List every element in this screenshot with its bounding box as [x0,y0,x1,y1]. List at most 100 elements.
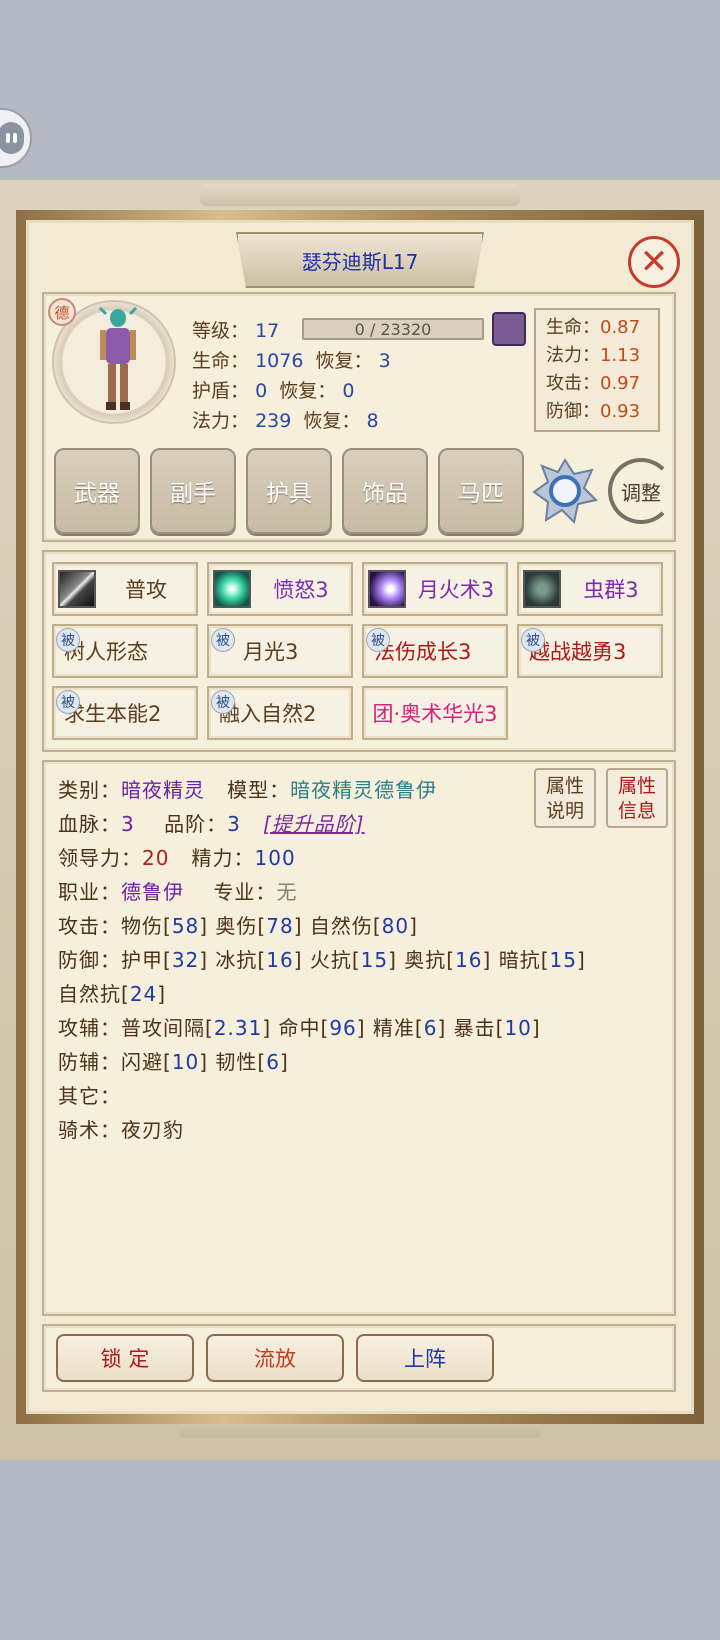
dodge-value: 10 [171,1050,200,1074]
exp-item-icon[interactable] [492,312,526,346]
tough-label: ] 韧性[ [199,1050,267,1074]
defense-label: 防御： [58,948,121,972]
passive-skill-slot[interactable]: 被 求生本能2 [52,686,198,740]
arcane-value: 78 [266,914,294,938]
equip-offhand-button[interactable]: 副手 [150,448,236,534]
passive-skill-slot[interactable]: 被 月光3 [207,624,353,678]
shield-label: 护盾： [192,380,250,402]
shield-value: 0 [255,380,268,402]
close-button[interactable]: ✕ [628,236,680,288]
attribute-description-button[interactable]: 属性 说明 [534,768,596,828]
character-title: 瑟芬迪斯L17 [301,249,419,274]
hp-label: 生命： [192,350,250,372]
attribute-info-button[interactable]: 属性 信息 [606,768,668,828]
deploy-button[interactable]: 上阵 [356,1334,494,1382]
atk-aux-label: 攻辅： [58,1016,121,1040]
title-plate: 瑟芬迪斯L17 [236,232,484,288]
attack-row: 攻击：物伤[58] 奥伤[78] 自然伤[80] [58,910,418,939]
soul-gem-icon[interactable] [532,458,598,524]
adjust-button[interactable]: 调整 [608,458,674,524]
major-label: 专业： [213,880,277,904]
crit-label: ] 暴击[ [437,1016,505,1040]
grade-label: 品阶： [164,812,228,836]
shadow-value: 15 [549,948,577,972]
hit-label: ] 命中[ [262,1016,330,1040]
category-row: 类别：暗夜精灵 模型：暗夜精灵德鲁伊 [58,774,437,803]
hp-regen-label: 恢复： [315,350,373,372]
bloodline-row: 血脉：3 品阶：3 [提升品阶] [58,808,365,837]
passive-tag: 被 [366,628,390,652]
hit-value: 96 [329,1016,357,1040]
defense-row: 防御：护甲[32] 冰抗[16] 火抗[15] 奥抗[16] 暗抗[15] [58,944,586,973]
passive-tag: 被 [211,690,235,714]
other-row: 其它： [58,1080,121,1109]
mount-row: 骑术：夜刃豹 [58,1114,184,1143]
passive-skill-slot[interactable]: 被 越战越勇3 [517,624,663,678]
ratio-attack: 攻击：0.97 [546,370,648,398]
armor-value: 32 [171,948,200,972]
skill-name: 愤怒3 [273,578,329,602]
arcane-label: ] 奥伤[ [199,914,267,938]
mp-value: 239 [255,410,292,432]
passive-skill-slot[interactable]: 被 树人形态 [52,624,198,678]
ratio-value: 1.13 [600,345,641,366]
skill-slot[interactable]: 愤怒3 [207,562,353,616]
ratio-value: 0.93 [600,401,641,422]
defense-aux-row: 防辅：闪避[10] 韧性[6] [58,1046,289,1075]
attack-label: 攻击： [58,914,121,938]
hp-row: 生命： 1076 恢复： 3 [192,346,391,373]
passive-skill-slot[interactable]: 被 融入自然2 [207,686,353,740]
exp-bar: 0 / 23320 [302,318,484,340]
mount-label: 骑术： [58,1118,121,1142]
level-row: 等级： 17 [192,316,279,343]
mp-regen-label: 恢复： [303,410,361,432]
skill-name: 团·奥术华光3 [372,702,498,726]
mount-value: 夜刃豹 [121,1118,184,1142]
ratio-value: 0.97 [600,373,641,394]
hp-value: 1076 [255,350,304,372]
button-label-line: 属性 [617,775,656,797]
arcane-res-label: ] 奥抗[ [388,948,456,972]
equip-armor-button[interactable]: 护具 [246,448,332,534]
nature-label: ] 自然伤[ [293,914,382,938]
shadow-label: ] 暗抗[ [482,948,550,972]
skill-slot[interactable]: 虫群3 [517,562,663,616]
ratio-defense: 防御：0.93 [546,398,648,426]
precision-label: ] 精准[ [356,1016,424,1040]
hp-regen-value: 3 [378,350,391,372]
close-icon: ✕ [639,242,669,282]
equip-mount-button[interactable]: 马匹 [438,448,524,534]
floating-pause-button[interactable] [0,108,32,168]
passive-skill-slot[interactable]: 被 法伤成长3 [362,624,508,678]
character-portrait [98,306,138,410]
phys-value: 58 [171,914,200,938]
shield-row: 护盾： 0 恢复： 0 [192,376,354,403]
shield-regen-label: 恢复： [279,380,337,402]
level-value: 17 [255,320,280,342]
growth-ratios: 生命：0.87 法力：1.13 攻击：0.97 防御：0.93 [534,308,660,432]
nature-value: 80 [381,914,410,938]
exile-button[interactable]: 流放 [206,1334,344,1382]
major-value: 无 [276,880,298,904]
ratio-label: 生命： [546,317,600,338]
button-label-line: 信息 [617,800,656,822]
equip-weapon-button[interactable]: 武器 [54,448,140,534]
category-value: 暗夜精灵 [121,778,205,802]
energy-value: 100 [254,846,296,870]
skill-slot[interactable]: 普攻 [52,562,198,616]
bracket: ] [576,948,586,972]
frost-label: ] 冰抗[ [199,948,267,972]
job-value: 德鲁伊 [121,880,184,904]
skill-name: 普攻 [125,578,167,602]
level-label: 等级： [192,320,250,342]
team-skill-slot[interactable]: 团·奥术华光3 [362,686,508,740]
skill-slot[interactable]: 月火术3 [362,562,508,616]
energy-label: 精力： [191,846,255,870]
bloodline-label: 血脉： [58,812,121,836]
lock-button[interactable]: 锁 定 [56,1334,194,1382]
scroll-ornament-top [200,184,520,206]
equip-accessory-button[interactable]: 饰品 [342,448,428,534]
precision-value: 6 [423,1016,438,1040]
upgrade-grade-link[interactable]: [提升品阶] [263,812,365,836]
dodge-label: 闪避[ [121,1050,172,1074]
